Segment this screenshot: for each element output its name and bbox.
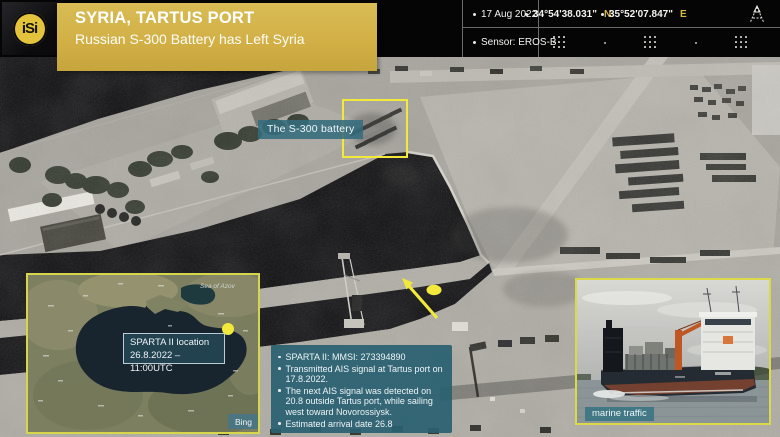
- coordinate-east: 35°52'07.847" E: [601, 9, 687, 20]
- report-slide: The S-300 battery 17 Aug 2022 Sensor: ER…: [0, 0, 780, 437]
- ship-bow-ramp: [603, 328, 623, 372]
- bullet-icon: [278, 422, 281, 425]
- bullet-icon: [278, 389, 281, 392]
- s300-battery-label: The S-300 battery: [258, 120, 363, 139]
- list-item: SPARTA II: MMSI: 273394890: [278, 352, 444, 363]
- report-subtitle: Russian S-300 Battery has Left Syria: [75, 31, 377, 47]
- north-arrow-icon: [744, 5, 770, 25]
- bing-attribution: Bing: [228, 414, 259, 429]
- dot-matrix-decoration: [553, 36, 748, 49]
- bullet-icon: [473, 13, 476, 16]
- map-inset: Sea of Azov SPARTA II location 26.8.2022…: [26, 273, 260, 434]
- ais-info-box: SPARTA II: MMSI: 273394890 Transmitted A…: [271, 345, 452, 433]
- sensor-info: Sensor: EROS-B: [473, 37, 557, 48]
- report-title: SYRIA, TARTUS PORT: [75, 9, 377, 28]
- ais-bullet-list: SPARTA II: MMSI: 273394890 Transmitted A…: [278, 352, 444, 429]
- coordinate-north: 34°54'38.031" N: [525, 9, 611, 20]
- list-item: The next AIS signal was detected on 20.8…: [278, 386, 444, 418]
- isi-logo: iSi: [2, 2, 57, 55]
- marine-traffic-label: marine traffic: [585, 407, 654, 421]
- bullet-icon: [473, 41, 476, 44]
- list-item: Transmitted AIS signal at Tartus port on…: [278, 364, 444, 385]
- sea-of-azov-label: Sea of Azov: [200, 283, 235, 290]
- bullet-icon: [525, 13, 528, 16]
- bullet-icon: [278, 356, 281, 359]
- bullet-icon: [278, 367, 281, 370]
- sparta-location-callout: SPARTA II location 26.8.2022 – 11:00UTC: [123, 333, 225, 364]
- ship-photo-inset: marine traffic: [575, 278, 771, 425]
- list-item: Estimated arrival date 26.8: [278, 419, 444, 430]
- bullet-icon: [601, 13, 604, 16]
- sparta-ship-image: [577, 280, 769, 423]
- metadata-table: 17 Aug 2022 Sensor: EROS-B 34°54'38.031"…: [462, 0, 780, 57]
- title-banner: SYRIA, TARTUS PORT Russian S-300 Battery…: [57, 3, 377, 71]
- isi-logo-circle: iSi: [13, 12, 47, 46]
